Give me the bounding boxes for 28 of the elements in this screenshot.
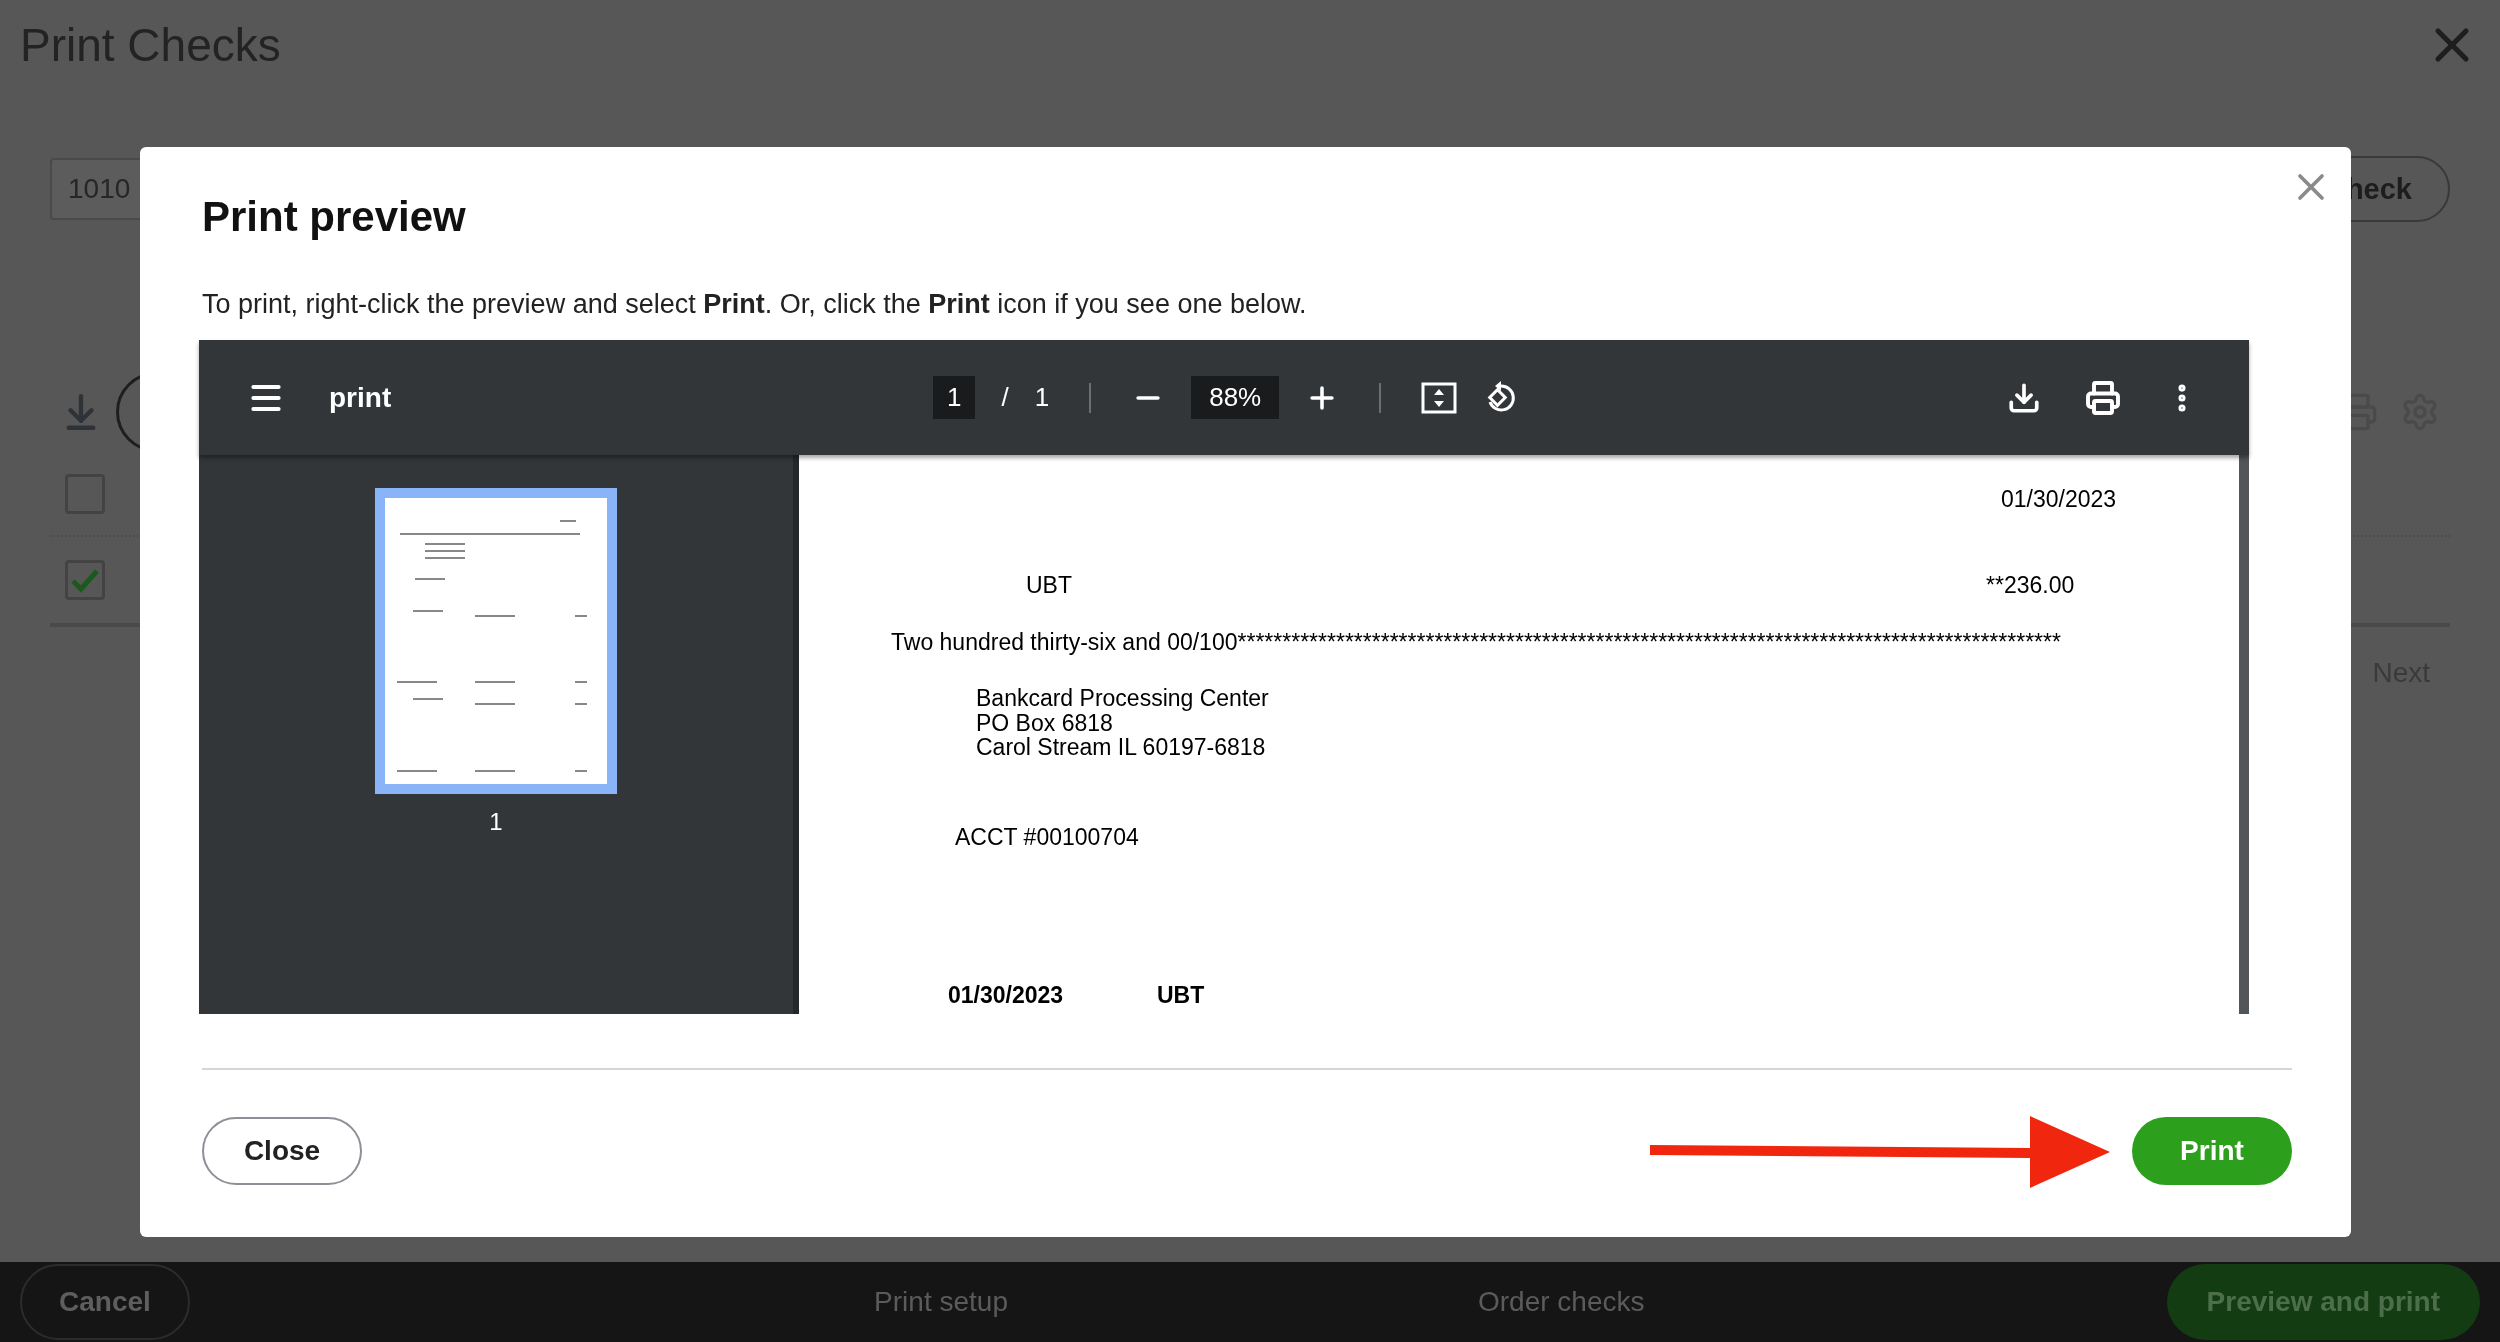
page-thumbnail[interactable] xyxy=(375,488,617,794)
fit-page-icon[interactable] xyxy=(1421,381,1458,414)
stub-text: UBT xyxy=(1157,983,1205,1008)
account-number: ACCT #00100704 xyxy=(955,824,1139,849)
amount-in-words: Two hundred thirty-six and 00/100******************************************************************************************** xyxy=(891,630,2061,655)
zoom-field[interactable]: 88% xyxy=(1191,376,1280,419)
preview-and-print-button[interactable]: Preview and print xyxy=(2166,1264,2480,1340)
address-line: Bankcard Processing Center xyxy=(976,686,1270,711)
stub-text: 01/30/2023 xyxy=(948,983,1065,1008)
print-icon[interactable] xyxy=(2085,379,2121,416)
page-number-field[interactable]: 1 xyxy=(933,376,976,419)
file-name: print xyxy=(329,381,392,414)
payee: UBT xyxy=(1026,573,1073,598)
instructions: To print, right-click the preview and select Print. Or, click the Print icon if you see one below. xyxy=(202,289,1308,320)
footer-link[interactable]: Order checks xyxy=(1477,1286,1645,1318)
check-amount: **236.00 xyxy=(1986,573,2075,598)
row-checkbox[interactable] xyxy=(65,560,105,600)
page-count: 1 xyxy=(1034,382,1050,413)
address-line: PO Box 6818 xyxy=(976,710,1113,735)
cancel-button[interactable]: Cancel xyxy=(20,1264,190,1340)
page-separator: / xyxy=(1001,382,1009,413)
close-button[interactable]: Close xyxy=(202,1117,362,1185)
thumbnail-label: 1 xyxy=(489,808,503,836)
dialog-title: Print preview xyxy=(202,193,467,241)
footer-link[interactable]: Print setup xyxy=(874,1286,1008,1318)
address-line: Carol Stream IL 60197-6818 xyxy=(976,734,1267,759)
print-button[interactable]: Print xyxy=(2132,1117,2292,1185)
check-date: 01/30/2023 xyxy=(2001,487,2117,512)
